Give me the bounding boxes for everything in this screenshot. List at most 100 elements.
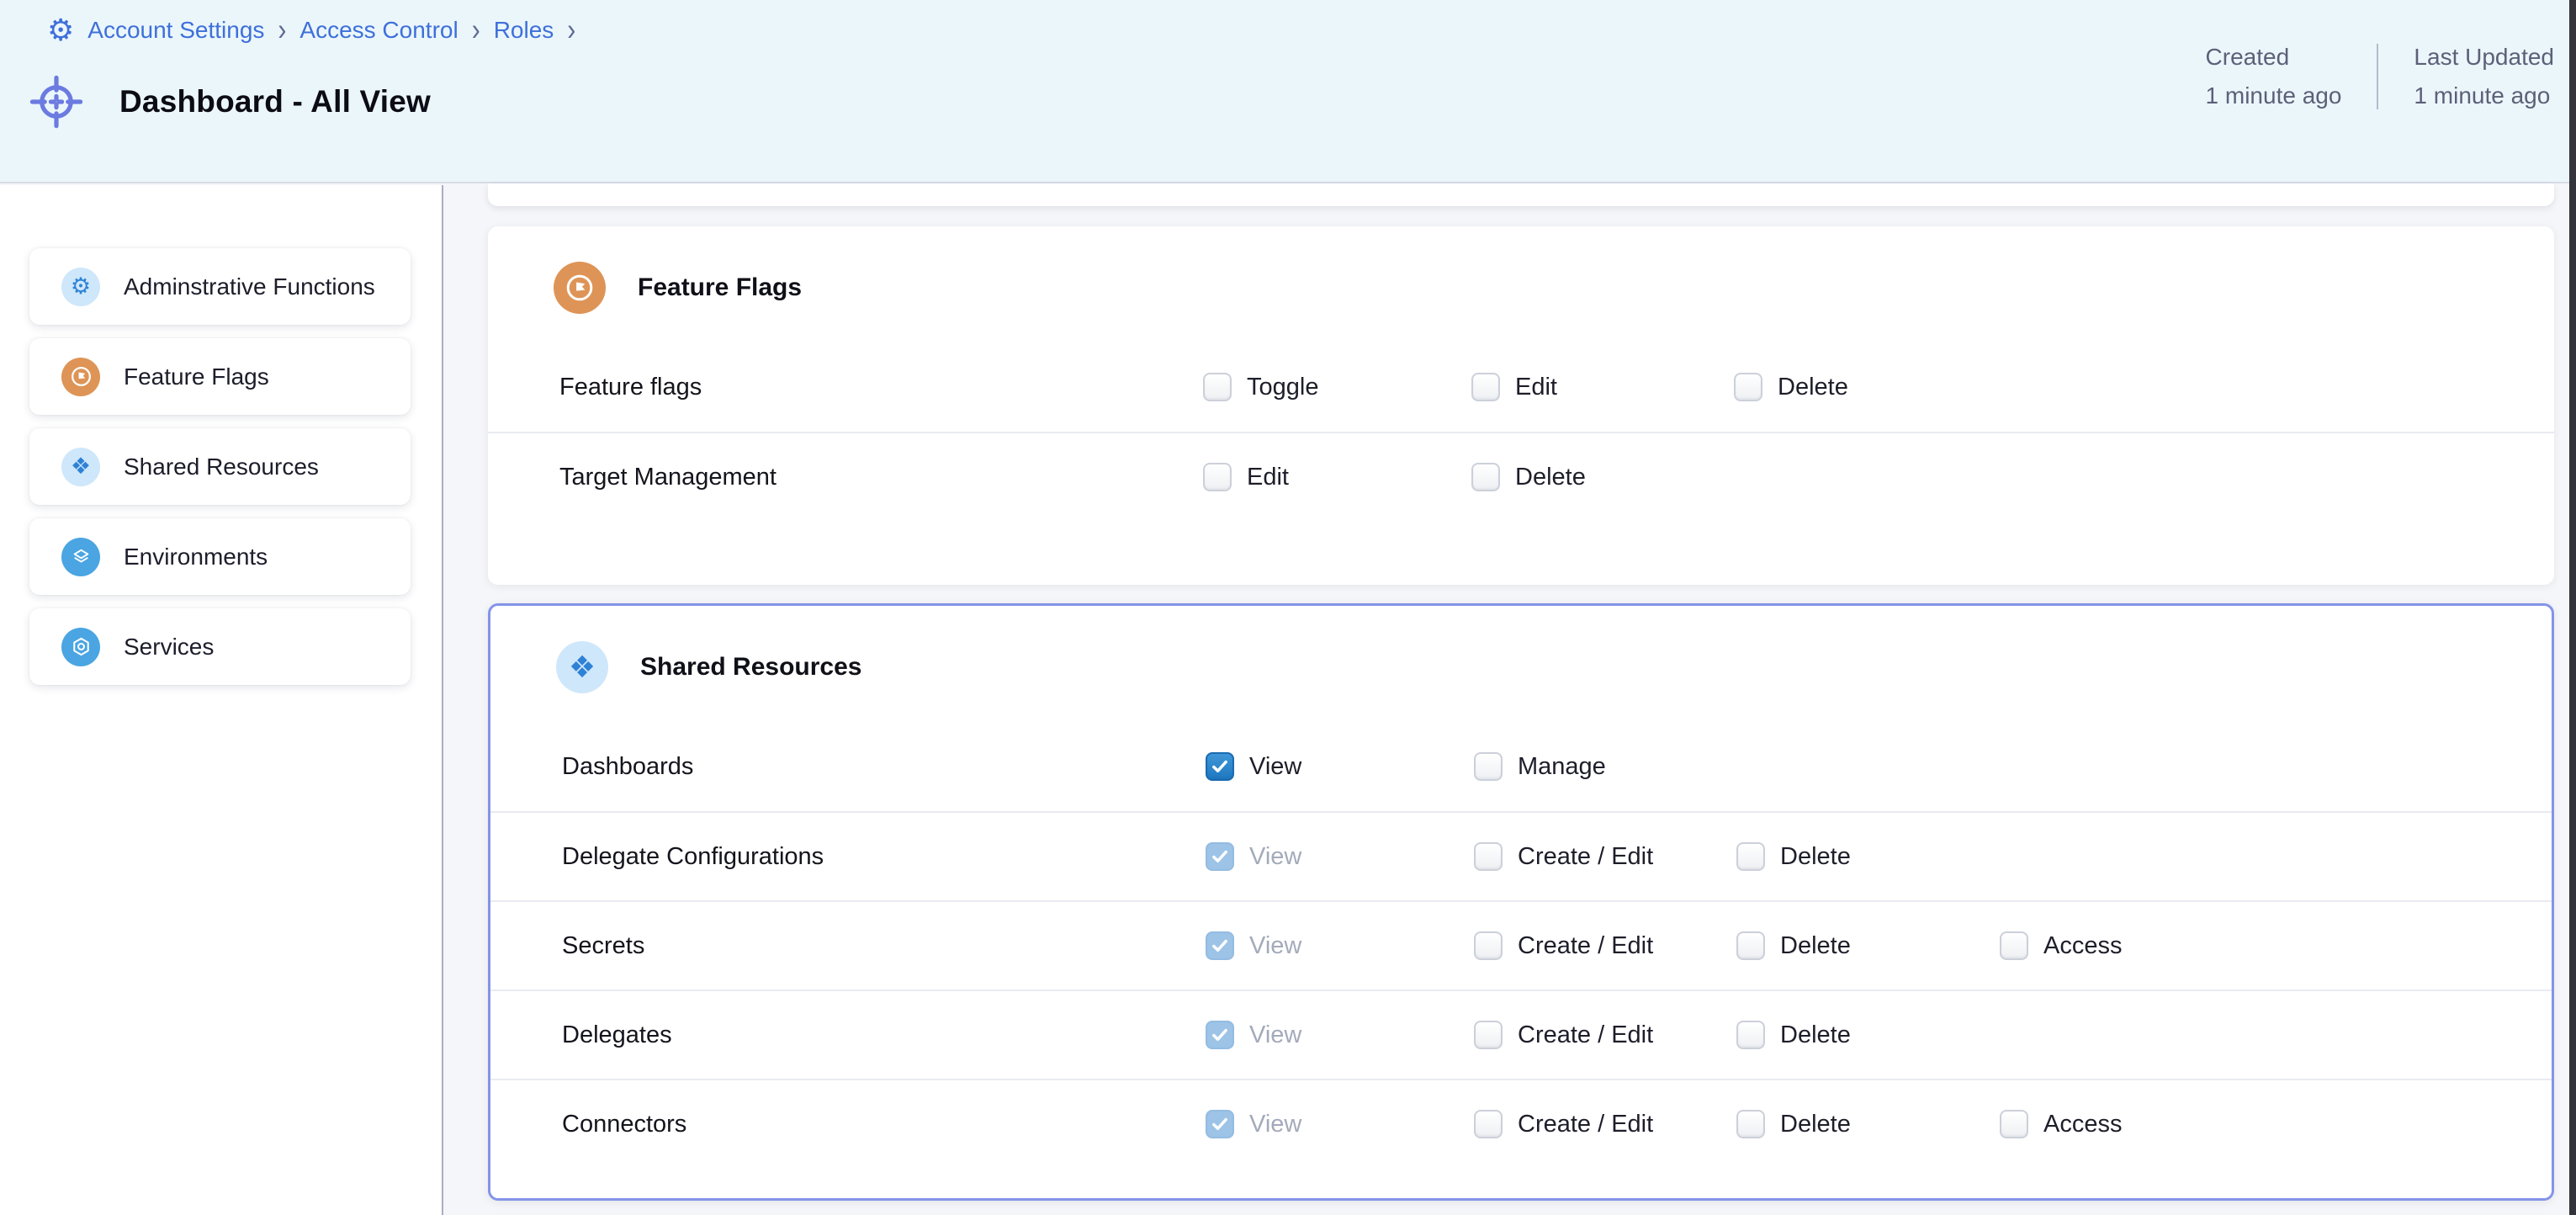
- permission-label: View: [1249, 753, 1301, 781]
- permission-toggle[interactable]: Toggle: [1203, 373, 1318, 401]
- checkbox-view: [1206, 1021, 1234, 1049]
- resource-name: Delegates: [562, 1021, 672, 1049]
- shared-resources-icon: ❖: [61, 448, 100, 486]
- permission-create-edit[interactable]: Create / Edit: [1474, 1110, 1653, 1138]
- created-label: Created: [2206, 44, 2342, 71]
- checkbox-toggle[interactable]: [1203, 373, 1232, 401]
- permission-create-edit[interactable]: Create / Edit: [1474, 1021, 1653, 1049]
- checkbox-delete[interactable]: [1736, 1021, 1765, 1049]
- permission-access[interactable]: Access: [2000, 931, 2122, 960]
- checkbox-delete[interactable]: [1734, 373, 1762, 401]
- permission-label: Delete: [1515, 464, 1586, 491]
- checkbox-access[interactable]: [2000, 1110, 2028, 1138]
- checkbox-edit[interactable]: [1203, 463, 1232, 491]
- checkbox-edit[interactable]: [1471, 373, 1500, 401]
- permission-label: Access: [2043, 1111, 2122, 1138]
- breadcrumb-access-control[interactable]: Access Control: [299, 17, 458, 44]
- permission-label: Toggle: [1247, 374, 1318, 401]
- permission-label: View: [1249, 932, 1301, 960]
- permission-access[interactable]: Access: [2000, 1110, 2122, 1138]
- resource-name: Connectors: [562, 1111, 686, 1138]
- permission-row-target-management: Target Management Edit Delete: [488, 432, 2554, 521]
- checkbox-view: [1206, 1110, 1234, 1138]
- permission-view[interactable]: View: [1206, 752, 1301, 781]
- checkbox-view: [1206, 931, 1234, 960]
- permission-label: Delete: [1780, 1111, 1851, 1138]
- chevron-right-icon: ›: [567, 13, 575, 49]
- section-header: ❖ Shared Resources: [490, 606, 2552, 693]
- permission-row-connectors: Connectors View Create / Edit Delete Access: [490, 1079, 2552, 1168]
- permission-create-edit[interactable]: Create / Edit: [1474, 842, 1653, 871]
- permission-delete[interactable]: Delete: [1736, 842, 1851, 871]
- checkbox-delete[interactable]: [1736, 842, 1765, 871]
- resource-name: Dashboards: [562, 753, 693, 781]
- feature-flag-icon: [554, 262, 606, 314]
- permission-label: View: [1249, 843, 1301, 871]
- sidebar-item-feature-flags[interactable]: Feature Flags: [29, 338, 411, 415]
- permission-edit[interactable]: Edit: [1471, 373, 1557, 401]
- page-title: Dashboard - All View: [119, 84, 431, 119]
- permission-row-secrets: Secrets View Create / Edit Delete Access: [490, 900, 2552, 990]
- checkbox-access[interactable]: [2000, 931, 2028, 960]
- permission-label: Create / Edit: [1518, 1111, 1653, 1138]
- permission-view: View: [1206, 1021, 1301, 1049]
- permission-create-edit[interactable]: Create / Edit: [1474, 931, 1653, 960]
- permission-section-shared-resources[interactable]: ❖ Shared Resources Dashboards View Manage Del…: [488, 603, 2554, 1201]
- permission-label: View: [1249, 1111, 1301, 1138]
- gear-icon: ⚙: [61, 268, 100, 306]
- permission-label: Edit: [1247, 464, 1289, 491]
- sidebar-item-shared-resources[interactable]: ❖Shared Resources: [29, 428, 411, 505]
- sidebar-item-environments[interactable]: Environments: [29, 518, 411, 595]
- sidebar-item-label: Environments: [124, 544, 268, 570]
- section-title: Shared Resources: [640, 653, 861, 682]
- resource-name: Delegate Configurations: [562, 843, 824, 871]
- sidebar-item-label: Adminstrative Functions: [124, 273, 375, 300]
- resource-name: Feature flags: [559, 374, 702, 401]
- services-icon: [61, 628, 100, 666]
- permission-label: Delete: [1780, 843, 1851, 871]
- permission-row-delegate-configurations: Delegate Configurations View Create / Edit…: [490, 811, 2552, 900]
- checkbox-create-edit[interactable]: [1474, 842, 1503, 871]
- checkbox-delete[interactable]: [1736, 1110, 1765, 1138]
- role-target-icon: [29, 74, 84, 130]
- permission-label: Delete: [1778, 374, 1848, 401]
- checkbox-create-edit[interactable]: [1474, 1021, 1503, 1049]
- checkbox-delete[interactable]: [1736, 931, 1765, 960]
- permission-delete[interactable]: Delete: [1736, 1110, 1851, 1138]
- feature-flag-icon: [61, 358, 100, 396]
- permission-delete[interactable]: Delete: [1736, 931, 1851, 960]
- section-header: Feature Flags: [488, 226, 2554, 314]
- permission-label: Edit: [1515, 374, 1557, 401]
- breadcrumb-roles[interactable]: Roles: [494, 17, 554, 44]
- breadcrumb-account-settings[interactable]: Account Settings: [87, 17, 264, 44]
- permission-label: Create / Edit: [1518, 843, 1653, 871]
- created-value: 1 minute ago: [2206, 82, 2342, 109]
- sidebar-item-services[interactable]: Services: [29, 608, 411, 685]
- permission-delete[interactable]: Delete: [1736, 1021, 1851, 1049]
- checkbox-create-edit[interactable]: [1474, 931, 1503, 960]
- permission-label: Create / Edit: [1518, 1021, 1653, 1049]
- permission-manage[interactable]: Manage: [1474, 752, 1606, 781]
- checkbox-delete[interactable]: [1471, 463, 1500, 491]
- permission-view: View: [1206, 1110, 1301, 1138]
- permission-label: Delete: [1780, 1021, 1851, 1049]
- checkbox-view[interactable]: [1206, 752, 1234, 781]
- resource-name: Target Management: [559, 464, 777, 491]
- sidebar-item-label: Feature Flags: [124, 363, 269, 390]
- environments-icon: [61, 538, 100, 576]
- permission-section-feature-flags[interactable]: Feature Flags Feature flags Toggle Edit Dele…: [488, 226, 2554, 585]
- previous-section-card-edge: [488, 183, 2554, 206]
- chevron-right-icon: ›: [278, 13, 286, 49]
- resource-name: Secrets: [562, 932, 644, 960]
- permission-delete[interactable]: Delete: [1734, 373, 1848, 401]
- page-header: ⚙ Account Settings › Access Control › Ro…: [0, 0, 2576, 183]
- permission-row-delegates: Delegates View Create / Edit Delete: [490, 990, 2552, 1079]
- shared-resources-icon: ❖: [556, 641, 608, 693]
- sidebar-item-adminstrative-functions[interactable]: ⚙ Adminstrative Functions: [29, 248, 411, 325]
- permission-edit[interactable]: Edit: [1203, 463, 1289, 491]
- permission-label: Delete: [1780, 932, 1851, 960]
- checkbox-create-edit[interactable]: [1474, 1110, 1503, 1138]
- permission-view: View: [1206, 842, 1301, 871]
- checkbox-manage[interactable]: [1474, 752, 1503, 781]
- permission-delete[interactable]: Delete: [1471, 463, 1586, 491]
